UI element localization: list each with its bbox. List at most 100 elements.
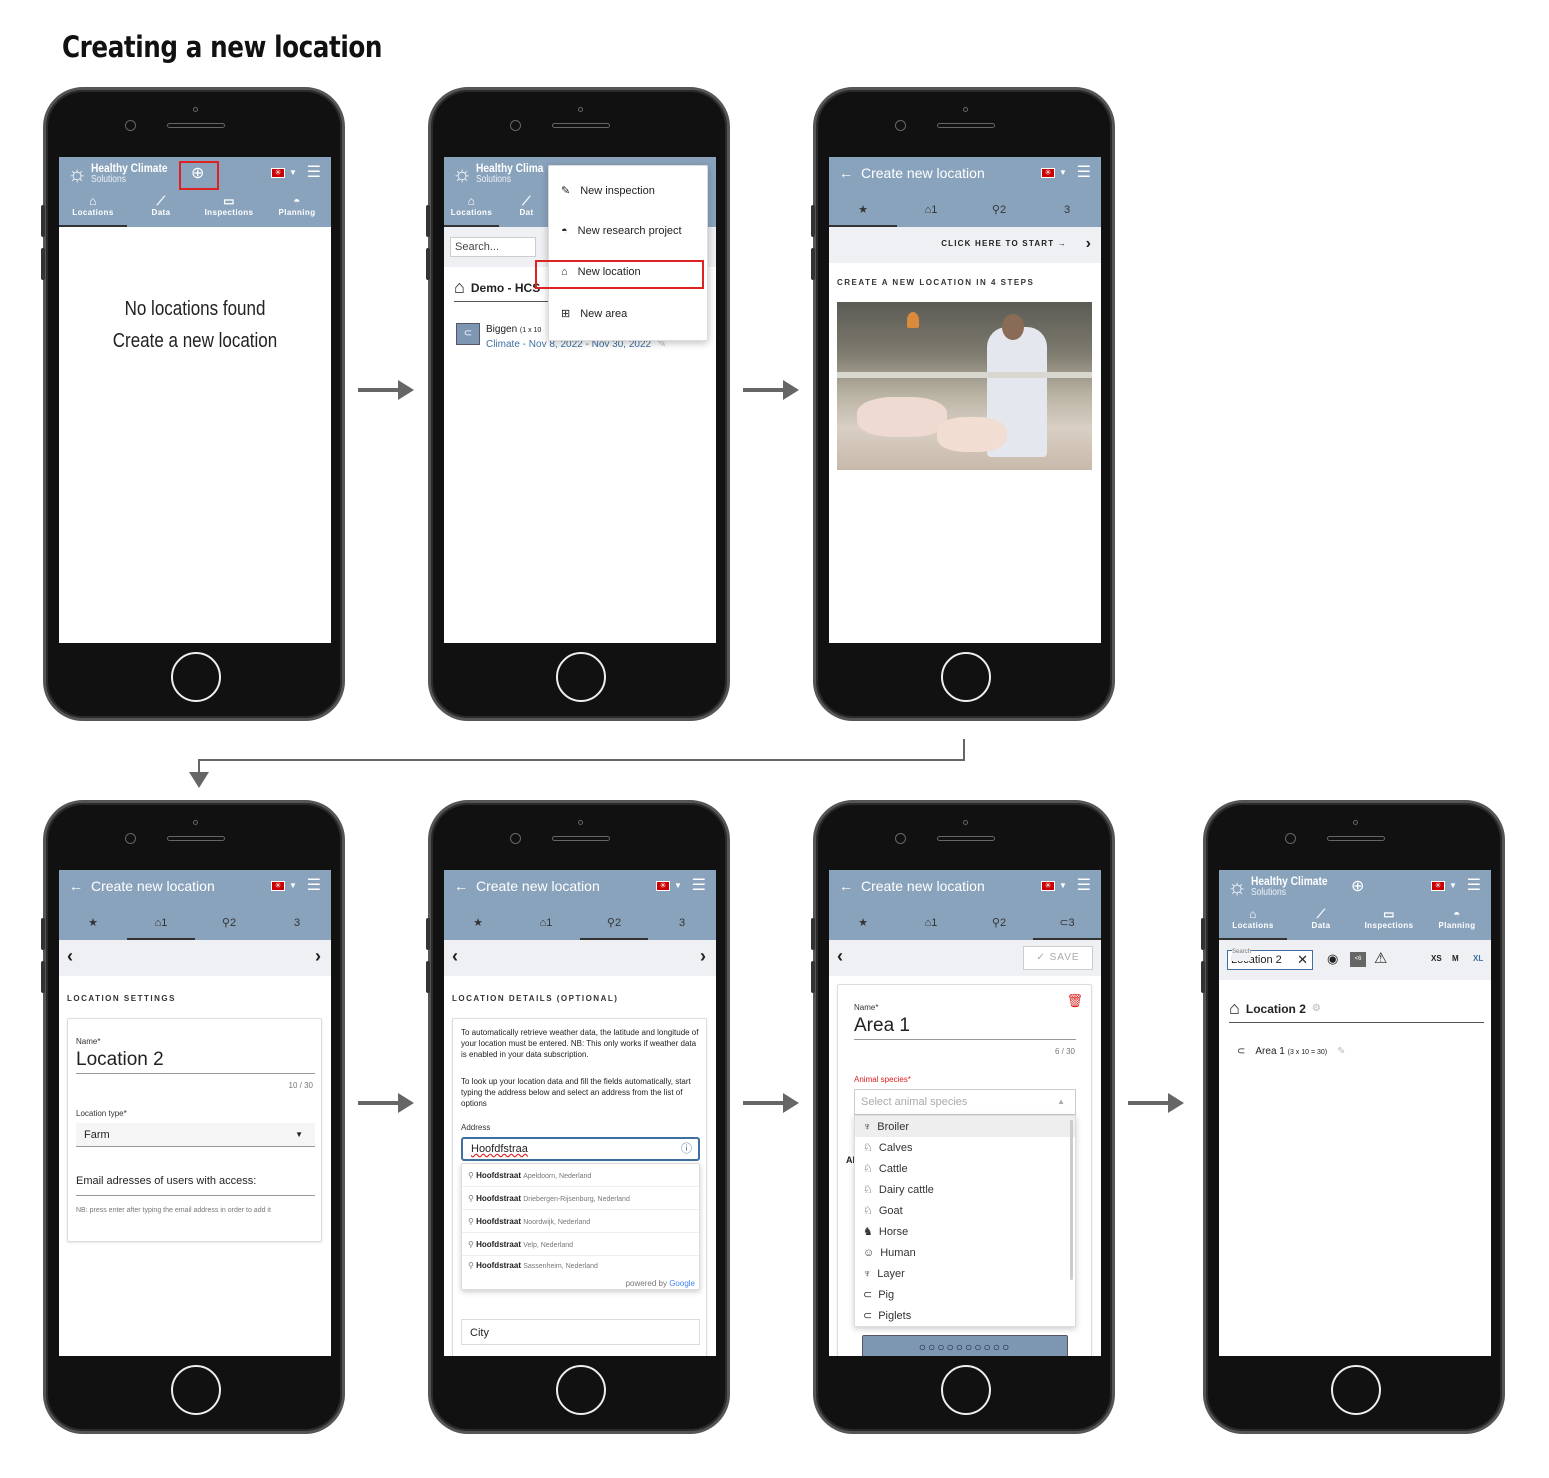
- tab-step-3[interactable]: 3: [263, 906, 331, 940]
- caret-down-icon[interactable]: ▼: [1059, 881, 1067, 890]
- size-m[interactable]: M: [1452, 954, 1459, 963]
- uk-flag-icon[interactable]: ✳: [656, 881, 670, 891]
- email-input[interactable]: Email adresses of users with access:: [76, 1175, 315, 1196]
- pen-layout-grid[interactable]: ○○○○○○○○○○: [862, 1335, 1068, 1356]
- chevron-left-icon[interactable]: ‹: [837, 946, 843, 967]
- species-option[interactable]: ♘ Goat: [855, 1200, 1075, 1221]
- caret-down-icon[interactable]: ▼: [674, 881, 682, 890]
- location-title[interactable]: Location 2: [1246, 1002, 1306, 1016]
- back-arrow-icon[interactable]: ←: [454, 878, 468, 894]
- tab-step-3[interactable]: ⊂3: [1033, 906, 1101, 940]
- save-button[interactable]: ✓ SAVE: [1023, 946, 1093, 970]
- tab-step-1[interactable]: ⌂1: [127, 906, 195, 940]
- suggestion-item[interactable]: ⚲ Hoofdstraat Sassenheim, Nederland: [462, 1256, 699, 1276]
- hamburger-menu-icon[interactable]: ☰: [307, 875, 321, 895]
- add-circle-icon[interactable]: ⊕: [1351, 876, 1364, 896]
- tab-step-1[interactable]: ⌂1: [897, 906, 965, 940]
- size-xs[interactable]: XS: [1431, 954, 1442, 963]
- tab-locations[interactable]: ⌂ Locations: [1219, 904, 1287, 940]
- tab-data[interactable]: ⟋ Data: [127, 191, 195, 227]
- hamburger-menu-icon[interactable]: ☰: [307, 162, 321, 182]
- tab-planning[interactable]: ◓ Planning: [1423, 904, 1491, 940]
- caret-down-icon[interactable]: ▼: [1059, 168, 1067, 177]
- tab-step-intro[interactable]: ★: [829, 193, 897, 227]
- scrollbar[interactable]: [1070, 1120, 1073, 1280]
- delete-icon[interactable]: 🗑: [1066, 993, 1083, 1009]
- tab-step-intro[interactable]: ★: [829, 906, 897, 940]
- species-option[interactable]: ♘ Cattle: [855, 1158, 1075, 1179]
- tab-step-1[interactable]: ⌂1: [512, 906, 580, 940]
- tab-step-1[interactable]: ⌂1: [897, 193, 965, 227]
- hamburger-menu-icon[interactable]: ☰: [1077, 875, 1091, 895]
- chevron-right-icon[interactable]: ›: [1086, 235, 1091, 253]
- suggestion-item[interactable]: ⚲ Hoofdstraat Apeldoorn, Nederland: [462, 1164, 699, 1187]
- suggestion-item[interactable]: ⚲ Hoofdstraat Velp, Nederland: [462, 1233, 699, 1256]
- species-option[interactable]: ♘ Calves: [855, 1137, 1075, 1158]
- gear-icon[interactable]: ⚙: [1312, 1003, 1321, 1014]
- area-list-item[interactable]: ⊂ Area 1 (3 x 10 = 30) ✎: [1237, 1046, 1346, 1057]
- menu-new-inspection[interactable]: ✎ New inspection: [561, 184, 655, 198]
- species-option[interactable]: ⊂ Pig: [855, 1284, 1075, 1305]
- species-option[interactable]: ♆ Broiler: [855, 1116, 1075, 1137]
- click-to-start-button[interactable]: CLICK HERE TO START →: [941, 239, 1067, 248]
- hamburger-menu-icon[interactable]: ☰: [1467, 875, 1481, 895]
- uk-flag-icon[interactable]: ✳: [1041, 168, 1055, 178]
- suggestion-item[interactable]: ⚲ Hoofdstraat Noordwijk, Nederland: [462, 1210, 699, 1233]
- city-input[interactable]: City: [461, 1319, 700, 1345]
- caret-down-icon[interactable]: ▼: [289, 168, 297, 177]
- tab-step-3[interactable]: 3: [1033, 193, 1101, 227]
- brand-logo[interactable]: ☼ Healthy Clima Solutions: [452, 162, 556, 185]
- chevron-right-icon[interactable]: ›: [315, 946, 321, 967]
- back-arrow-icon[interactable]: ←: [839, 878, 853, 894]
- uk-flag-icon[interactable]: ✳: [1431, 881, 1445, 891]
- tab-planning[interactable]: ◓ Planning: [263, 191, 331, 227]
- species-option[interactable]: ♆ Layer: [855, 1263, 1075, 1284]
- caret-down-icon[interactable]: ▼: [1449, 881, 1457, 890]
- warning-icon[interactable]: ⚠: [1374, 949, 1387, 967]
- animal-species-select[interactable]: Select animal species ▲: [854, 1089, 1076, 1115]
- area-name-input[interactable]: Area 1: [854, 1015, 1076, 1040]
- species-option[interactable]: ☺ Human: [855, 1242, 1075, 1263]
- tab-inspections[interactable]: ▭ Inspections: [1355, 904, 1423, 940]
- caret-down-icon[interactable]: ▼: [289, 881, 297, 890]
- search-input[interactable]: Search Location 2 ✕: [1227, 943, 1313, 970]
- tab-locations[interactable]: ⌂ Locations: [59, 191, 127, 227]
- hamburger-menu-icon[interactable]: ☰: [692, 875, 706, 895]
- search-input[interactable]: Search...: [450, 237, 536, 257]
- tab-step-2[interactable]: ⚲2: [580, 906, 648, 940]
- eye-icon[interactable]: ◉: [1327, 951, 1338, 967]
- uk-flag-icon[interactable]: ✳: [1041, 881, 1055, 891]
- suggestion-item[interactable]: ⚲ Hoofdstraat Driebergen-Rijsenburg, Ned…: [462, 1187, 699, 1210]
- species-option[interactable]: ♘ Dairy cattle: [855, 1179, 1075, 1200]
- chevron-right-icon[interactable]: ›: [700, 946, 706, 967]
- chevron-left-icon[interactable]: ‹: [452, 946, 458, 967]
- species-option[interactable]: ⊂ Piglets: [855, 1305, 1075, 1326]
- tab-step-2[interactable]: ⚲2: [195, 906, 263, 940]
- tab-step-3[interactable]: 3: [648, 906, 716, 940]
- tab-data[interactable]: ⟋ Dat: [499, 191, 554, 227]
- name-input[interactable]: Location 2: [76, 1049, 315, 1074]
- back-arrow-icon[interactable]: ←: [69, 878, 83, 894]
- tab-step-2[interactable]: ⚲2: [965, 906, 1033, 940]
- brand-logo[interactable]: ☼ Healthy Climate Solutions: [1227, 875, 1341, 898]
- tab-locations[interactable]: ⌂ Locations: [444, 191, 499, 227]
- chevron-left-icon[interactable]: ‹: [67, 946, 73, 967]
- tab-data[interactable]: ⟋ Data: [1287, 904, 1355, 940]
- back-arrow-icon[interactable]: ←: [839, 165, 853, 181]
- hamburger-menu-icon[interactable]: ☰: [1077, 162, 1091, 182]
- uk-flag-icon[interactable]: ✳: [271, 168, 285, 178]
- address-input[interactable]: Hoofdfstraa ⓘ: [461, 1137, 700, 1161]
- tab-step-intro[interactable]: ★: [59, 906, 127, 940]
- menu-new-research-project[interactable]: ◓ New research project: [561, 225, 682, 237]
- tab-step-intro[interactable]: ★: [444, 906, 512, 940]
- species-option[interactable]: ♞ Horse: [855, 1221, 1075, 1242]
- location-type-select[interactable]: Farm ▼: [76, 1123, 315, 1147]
- close-icon[interactable]: ✕: [1297, 951, 1308, 969]
- size-xl[interactable]: XL: [1473, 954, 1483, 963]
- tab-inspections[interactable]: ▭ Inspections: [195, 191, 263, 227]
- uk-flag-icon[interactable]: ✳: [271, 881, 285, 891]
- filter-badge[interactable]: <6: [1350, 952, 1366, 967]
- tab-step-2[interactable]: ⚲2: [965, 193, 1033, 227]
- edit-icon[interactable]: ✎: [1337, 1046, 1345, 1057]
- brand-logo[interactable]: ☼ Healthy Climate Solutions: [67, 162, 181, 185]
